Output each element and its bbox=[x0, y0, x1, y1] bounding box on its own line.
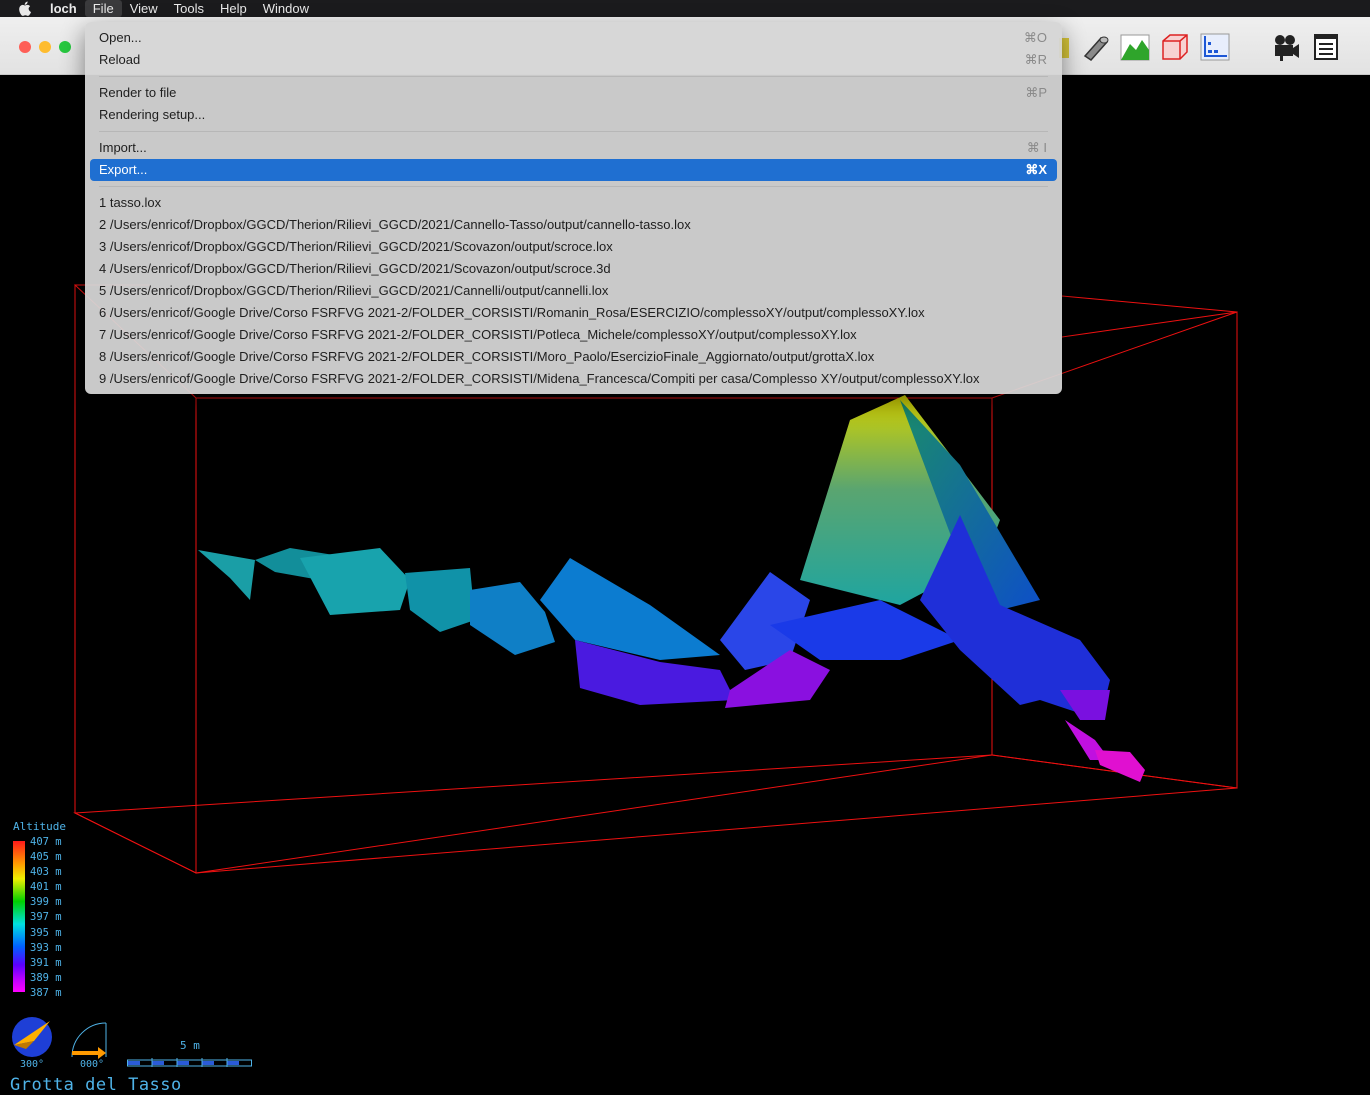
menu-item-shortcut: ⌘P bbox=[1025, 85, 1047, 100]
recent-file-item[interactable]: 8 /Users/enricof/Google Drive/Corso FSRF… bbox=[90, 346, 1057, 368]
menu-separator bbox=[99, 131, 1048, 132]
menu-item-label: Rendering setup... bbox=[99, 107, 206, 122]
menu-item-reload[interactable]: Reload ⌘R bbox=[90, 49, 1057, 71]
legend-label: 391 m bbox=[30, 956, 62, 969]
camera-icon[interactable] bbox=[1271, 32, 1301, 62]
menu-item-label: Import... bbox=[99, 140, 147, 155]
menu-item-shortcut: ⌘R bbox=[1024, 52, 1047, 67]
minimize-window-button[interactable] bbox=[39, 41, 51, 53]
recent-file-item[interactable]: 2 /Users/enricof/Dropbox/GGCD/Therion/Ri… bbox=[90, 214, 1057, 236]
scale-bar bbox=[127, 1058, 252, 1067]
walls-icon[interactable] bbox=[1200, 32, 1230, 62]
legend-label: 403 m bbox=[30, 866, 62, 879]
menu-item-label: Render to file bbox=[99, 85, 177, 100]
inclination-icon bbox=[71, 1022, 107, 1059]
legend-label: 405 m bbox=[30, 851, 62, 864]
menu-help[interactable]: Help bbox=[212, 0, 255, 17]
legend-label: 393 m bbox=[30, 941, 62, 954]
recent-file-item[interactable]: 6 /Users/enricof/Google Drive/Corso FSRF… bbox=[90, 302, 1057, 324]
menu-item-label: Open... bbox=[99, 30, 142, 45]
close-window-button[interactable] bbox=[19, 41, 31, 53]
inclination-value: 000° bbox=[80, 1059, 105, 1070]
bounding-box-icon[interactable] bbox=[1160, 32, 1190, 62]
legend-label: 389 m bbox=[30, 971, 62, 984]
menu-item-export[interactable]: Export... ⌘X bbox=[90, 159, 1057, 181]
app-menu-loch[interactable]: loch bbox=[48, 0, 85, 17]
menu-item-shortcut: ⌘X bbox=[1025, 162, 1047, 177]
altitude-color-bar bbox=[13, 841, 25, 992]
recent-file-item[interactable]: 3 /Users/enricof/Dropbox/GGCD/Therion/Ri… bbox=[90, 236, 1057, 258]
zoom-window-button[interactable] bbox=[59, 41, 71, 53]
menu-item-shortcut: ⌘ I bbox=[1026, 140, 1047, 155]
menu-view[interactable]: View bbox=[122, 0, 166, 17]
cave-title: Grotta del Tasso bbox=[10, 1075, 182, 1095]
menu-file[interactable]: File bbox=[84, 0, 122, 17]
legend-labels: 407 m 405 m 403 m 401 m 399 m 397 m 395 … bbox=[30, 835, 62, 1001]
recent-file-item[interactable]: 5 /Users/enricof/Dropbox/GGCD/Therion/Ri… bbox=[90, 280, 1057, 302]
menu-separator bbox=[99, 76, 1048, 77]
legend-label: 401 m bbox=[30, 881, 62, 894]
legend-title: Altitude bbox=[13, 820, 66, 833]
legend-label: 397 m bbox=[30, 911, 62, 924]
menu-window[interactable]: Window bbox=[255, 0, 317, 17]
menu-tools[interactable]: Tools bbox=[166, 0, 212, 17]
info-panel-icon[interactable] bbox=[1311, 32, 1341, 62]
menu-item-shortcut: ⌘O bbox=[1023, 30, 1047, 45]
legend-label: 387 m bbox=[30, 986, 62, 999]
menu-item-label: Export... bbox=[99, 162, 148, 177]
surface-icon[interactable] bbox=[1120, 32, 1150, 62]
recent-file-item[interactable]: 4 /Users/enricof/Dropbox/GGCD/Therion/Ri… bbox=[90, 258, 1057, 280]
legend-label: 399 m bbox=[30, 896, 62, 909]
menu-bar: loch File View Tools Help Window bbox=[0, 0, 1370, 17]
apple-icon[interactable] bbox=[16, 1, 32, 17]
recent-file-item[interactable]: 7 /Users/enricof/Google Drive/Corso FSRF… bbox=[90, 324, 1057, 346]
compass-icon bbox=[12, 1017, 52, 1057]
menu-item-render-to-file[interactable]: Render to file ⌘P bbox=[90, 82, 1057, 104]
scale-label: 5 m bbox=[180, 1039, 200, 1052]
tube-icon[interactable] bbox=[1081, 32, 1111, 62]
legend-label: 395 m bbox=[30, 926, 62, 939]
recent-file-item[interactable]: 1 tasso.lox bbox=[90, 192, 1057, 214]
menu-separator bbox=[99, 186, 1048, 187]
menu-item-open[interactable]: Open... ⌘O bbox=[90, 27, 1057, 49]
file-menu-dropdown: Open... ⌘O Reload ⌘R Render to file ⌘P R… bbox=[85, 22, 1062, 394]
menu-item-import[interactable]: Import... ⌘ I bbox=[90, 137, 1057, 159]
menu-item-rendering-setup[interactable]: Rendering setup... bbox=[90, 104, 1057, 126]
legend-label: 407 m bbox=[30, 836, 62, 848]
recent-file-item[interactable]: 9 /Users/enricof/Google Drive/Corso FSRF… bbox=[90, 368, 1057, 390]
menu-item-label: Reload bbox=[99, 52, 141, 67]
compass-heading: 300° bbox=[20, 1059, 45, 1070]
